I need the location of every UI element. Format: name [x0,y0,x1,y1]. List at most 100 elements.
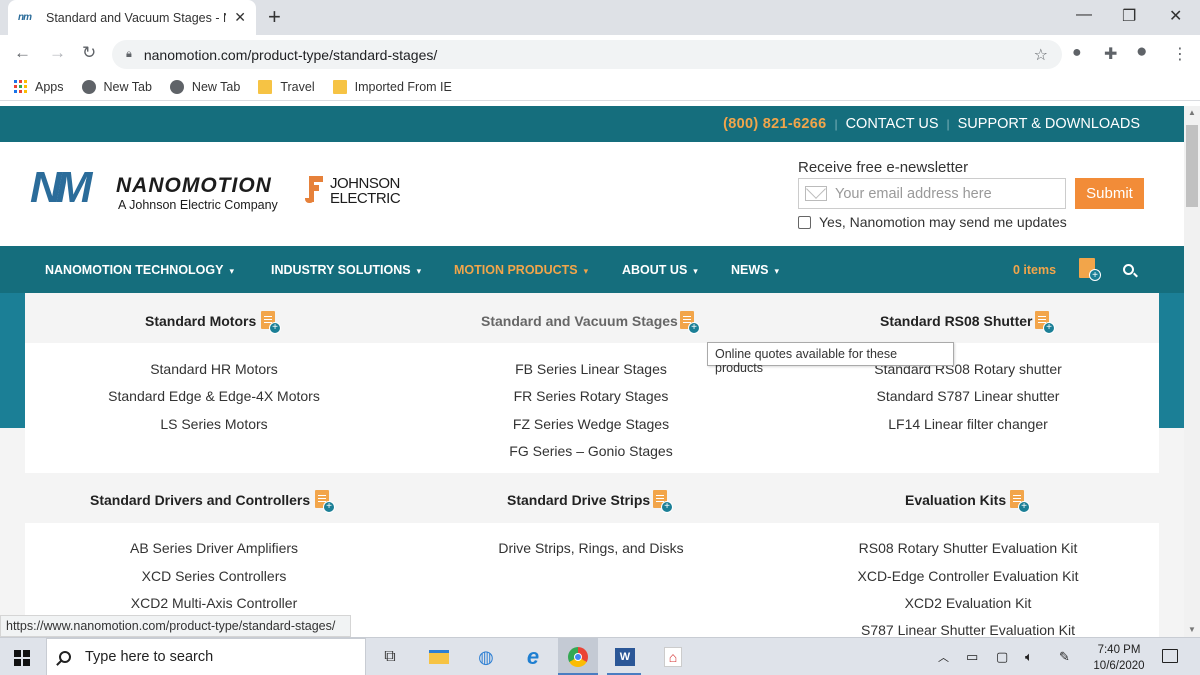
main-navigation: NANOMOTION TECHNOLOGY ▾ INDUSTRY SOLUTION… [0,246,1184,293]
forward-arrow-icon[interactable]: → [49,43,66,63]
link-lf14-filter-changer[interactable]: LF14 Linear filter changer [888,416,1048,432]
link-ab-series[interactable]: AB Series Driver Amplifiers [130,540,298,556]
internet-explorer-icon[interactable]: e [520,644,546,670]
category-drivers-controllers[interactable]: Standard Drivers and Controllers [90,492,310,508]
bookmark-star-icon[interactable]: ☆ [1034,45,1048,65]
search-icon [59,651,71,663]
apps-grid-icon [14,79,27,94]
online-quote-icon[interactable]: + [1035,311,1055,334]
browser-tab-strip: nm Standard and Vacuum Stages - N ✕ + — … [0,0,1200,35]
globe-app-icon[interactable]: ◍ [473,644,499,670]
url-text[interactable]: nanomotion.com/product-type/standard-sta… [144,47,437,63]
online-quote-icon[interactable]: + [680,311,700,334]
bookmark-new-tab-1[interactable]: New Tab [81,79,152,94]
chevron-down-icon: ▾ [583,266,589,276]
link-xcd2-controller[interactable]: XCD2 Multi-Axis Controller [131,595,297,611]
contact-us-link[interactable]: CONTACT US [846,116,939,132]
link-rs08-eval-kit[interactable]: RS08 Rotary Shutter Evaluation Kit [859,540,1078,556]
extension-circle-icon[interactable]: ● [1072,44,1082,62]
profile-avatar-icon[interactable]: ● [1136,41,1147,63]
web-page: (800) 821-6266 | CONTACT US | SUPPORT & … [0,106,1184,637]
link-edge-motors[interactable]: Standard Edge & Edge-4X Motors [108,388,320,404]
task-view-icon[interactable]: ⧉ [377,644,403,670]
link-standard-hr-motors[interactable]: Standard HR Motors [150,361,278,377]
tray-overflow-chevron-icon[interactable]: ︿ [938,649,949,665]
site-search-icon[interactable] [1123,264,1134,275]
online-quote-icon[interactable]: + [1010,490,1030,513]
back-arrow-icon[interactable]: ← [14,43,31,63]
logo-tagline: A Johnson Electric Company [118,198,278,212]
link-fr-series[interactable]: FR Series Rotary Stages [514,388,669,404]
category-standard-motors[interactable]: Standard Motors [145,313,256,329]
volume-icon[interactable]: 🔈︎ [1025,649,1033,665]
acrobat-pdf-icon[interactable]: ⌂ [660,644,686,670]
nav-news[interactable]: NEWS ▾ [731,263,779,277]
bookmark-travel[interactable]: Travel [258,79,315,94]
nanomotion-logo-mark[interactable]: NM [30,166,92,210]
link-ls-series-motors[interactable]: LS Series Motors [160,416,267,432]
bookmark-label: Travel [280,79,315,94]
chrome-icon[interactable] [565,644,591,670]
menu-kebab-icon[interactable]: ⋮ [1172,44,1188,64]
consent-checkbox[interactable] [798,215,811,229]
clock-date: 10/6/2020 [1093,660,1145,672]
scroll-up-arrow-icon[interactable]: ▲ [1188,108,1196,117]
online-quote-icon[interactable]: + [315,490,335,513]
link-s787-eval-kit[interactable]: S787 Linear Shutter Evaluation Kit [861,622,1075,637]
link-xcd2-eval-kit[interactable]: XCD2 Evaluation Kit [905,595,1032,611]
bookmark-new-tab-2[interactable]: New Tab [169,79,240,94]
nav-nanomotion-technology[interactable]: NANOMOTION TECHNOLOGY ▾ [45,263,234,277]
nanomotion-logo-text[interactable]: NANOMOTION [116,174,272,198]
scrollbar-thumb[interactable] [1186,125,1198,207]
quote-cart-count[interactable]: 0 items [1013,263,1056,277]
taskbar-search-box[interactable]: Type here to search [46,638,366,675]
bookmark-imported-from-ie[interactable]: Imported From IE [332,79,452,94]
bookmark-apps[interactable]: Apps [14,79,64,94]
address-bar[interactable]: 🔒︎ nanomotion.com/product-type/standard-… [112,40,1062,69]
link-fz-series[interactable]: FZ Series Wedge Stages [513,416,669,432]
extensions-puzzle-icon[interactable]: ✚ [1104,44,1117,64]
tab-close-icon[interactable]: ✕ [234,9,246,26]
category-standard-vacuum-stages[interactable]: Standard and Vacuum Stages [481,313,678,329]
system-clock[interactable]: 7:40 PM 10/6/2020 [1086,642,1152,674]
scroll-down-arrow-icon[interactable]: ▼ [1188,625,1196,634]
nav-motion-products[interactable]: MOTION PRODUCTS ▾ [454,263,588,277]
category-standard-rs08-shutter[interactable]: Standard RS08 Shutter [880,313,1032,329]
nav-industry-solutions[interactable]: INDUSTRY SOLUTIONS ▾ [271,263,421,277]
close-window-icon[interactable]: ✕ [1169,6,1182,26]
phone-number[interactable]: (800) 821-6266 [723,116,826,132]
link-xcd-edge-eval-kit[interactable]: XCD-Edge Controller Evaluation Kit [858,568,1079,584]
online-quote-icon[interactable]: + [653,490,673,513]
link-fg-series[interactable]: FG Series – Gonio Stages [509,443,672,459]
restore-icon[interactable]: ❐ [1122,6,1136,26]
lock-icon[interactable]: 🔒︎ [126,48,132,61]
newsletter-consent[interactable]: Yes, Nanomotion may send me updates [798,214,1067,230]
file-explorer-icon[interactable] [426,644,452,670]
nav-about-us[interactable]: ABOUT US ▾ [622,263,698,277]
johnson-electric-logo-text: JOHNSON ELECTRIC [330,175,401,207]
battery-icon[interactable]: ▭ [966,649,978,665]
category-drive-strips[interactable]: Standard Drive Strips [507,492,650,508]
newsletter-email-input[interactable]: Your email address here [798,178,1066,209]
word-icon[interactable]: W [612,644,638,670]
link-s787-linear-shutter[interactable]: Standard S787 Linear shutter [877,388,1060,404]
browser-tab-active[interactable]: nm Standard and Vacuum Stages - N ✕ [8,0,256,35]
new-tab-plus-icon[interactable]: + [268,5,281,29]
network-icon[interactable]: ▢ [996,649,1008,665]
reload-icon[interactable]: ↻ [82,43,96,63]
newsletter-submit-button[interactable]: Submit [1075,178,1144,209]
minimize-icon[interactable]: — [1076,6,1092,24]
link-fb-series[interactable]: FB Series Linear Stages [515,361,667,377]
support-downloads-link[interactable]: SUPPORT & DOWNLOADS [958,116,1140,132]
action-center-icon[interactable] [1162,649,1178,663]
tab-title: Standard and Vacuum Stages - N [46,10,226,25]
category-evaluation-kits[interactable]: Evaluation Kits [905,492,1006,508]
link-drive-strips[interactable]: Drive Strips, Rings, and Disks [498,540,683,556]
newsletter-title: Receive free e-newsletter [798,159,969,176]
email-placeholder: Your email address here [835,185,992,202]
link-xcd-controllers[interactable]: XCD Series Controllers [142,568,287,584]
johnson-electric-logo-icon [305,176,327,208]
pen-ink-icon[interactable]: ✎ [1059,649,1070,665]
online-quote-icon[interactable]: + [261,311,281,334]
windows-start-icon[interactable] [14,650,30,666]
